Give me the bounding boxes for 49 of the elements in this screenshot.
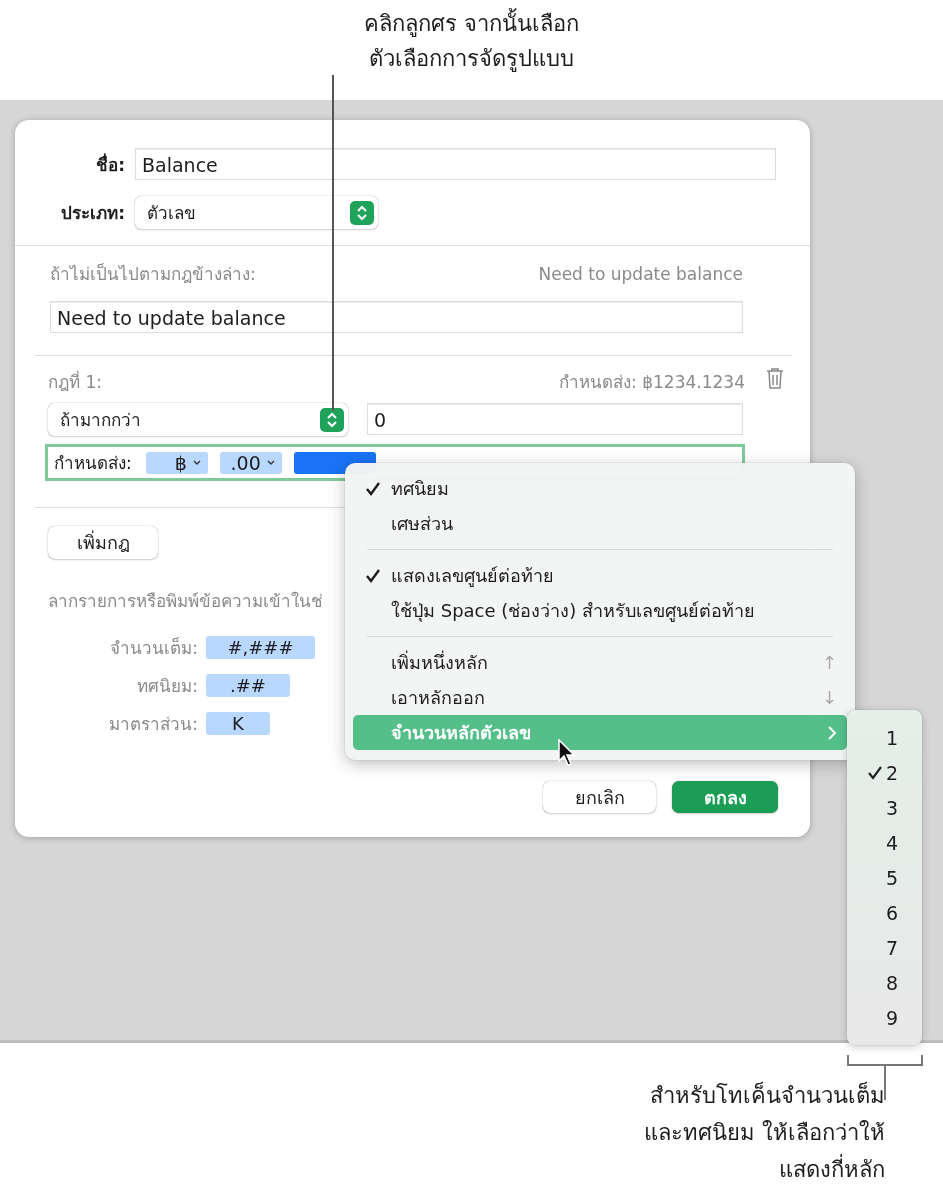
format-token[interactable]: .00 xyxy=(219,451,282,474)
value-field[interactable]: 0 xyxy=(367,403,743,435)
preview-text: Need to update balance xyxy=(538,263,743,284)
fallback-field[interactable]: Need to update balance xyxy=(50,301,743,333)
callout-text: คลิกลูกศร จากนั้นเลือก ตัวเลือกการจัดรูปแบบ xyxy=(364,0,579,100)
menu-item[interactable]: 7 xyxy=(885,936,898,959)
menu-item[interactable]: 9 xyxy=(885,1006,898,1029)
menu-item[interactable]: 1 xyxy=(885,726,898,749)
shortcut-key: ↓ xyxy=(821,687,837,708)
token-label: ทศนิยม: xyxy=(136,675,198,698)
callout-text: สำหรับโทเค็นจำนวนเต็ม และทศนิยม ให้เลือกว่าให้ แสดงกี่หลัก xyxy=(644,1080,885,1184)
menu-item[interactable]: 2 xyxy=(885,761,898,784)
chevron-right-icon xyxy=(827,724,837,741)
chevron-down-icon xyxy=(191,458,202,467)
type-popup[interactable]: ตัวเลข xyxy=(135,196,378,229)
menu-item[interactable]: เศษส่วน xyxy=(353,506,847,541)
preview-text: กำหนดส่ง: ฿1234.1234 xyxy=(559,371,745,394)
shortcut-key: ↑ xyxy=(821,652,837,673)
checkmark-icon xyxy=(365,480,381,497)
field-label: ชื่อ: xyxy=(95,152,125,177)
rule-label: กฎที่ 1: xyxy=(48,369,103,394)
cancel-button[interactable]: ยกเลิก xyxy=(543,781,656,813)
field-label: ประเภท: xyxy=(60,202,125,225)
menu-item[interactable]: แสดงเลขศูนย์ต่อท้าย xyxy=(353,558,847,593)
menu-item[interactable]: เอาหลักออก ↓ xyxy=(353,680,847,715)
name-field[interactable]: Balance xyxy=(135,148,776,180)
add-rule-button[interactable]: เพิ่มกฎ xyxy=(48,526,158,559)
condition-popup[interactable]: ถ้ามากกว่า xyxy=(48,403,348,436)
format-token[interactable]: ฿ xyxy=(145,451,208,474)
menu-item[interactable]: เพิ่มหนึ่งหลัก ↑ xyxy=(353,645,847,680)
chevron-down-icon xyxy=(265,458,276,467)
menu-item[interactable]: 3 xyxy=(885,796,898,819)
stepper-icon xyxy=(350,200,374,225)
menu-item[interactable]: 4 xyxy=(885,831,898,854)
menu-item[interactable]: ใช้ปุ่ม Space (ช่องว่าง) สำหรับเลขศูนย์ต่อท้าย xyxy=(353,593,847,628)
format-token[interactable]: K xyxy=(206,712,270,735)
section-label: ถ้าไม่เป็นไปตามกฎข้างล่าง: xyxy=(50,262,256,286)
token-label: จำนวนเต็ม: xyxy=(109,636,198,660)
checkmark-icon xyxy=(365,567,381,584)
format-label: กำหนดส่ง: xyxy=(54,452,132,475)
menu-item[interactable]: 5 xyxy=(885,866,898,889)
format-token[interactable]: .## xyxy=(206,674,290,697)
stepper-icon xyxy=(320,407,344,432)
token-label: มาตราส่วน: xyxy=(108,713,198,736)
menu-item[interactable]: 8 xyxy=(885,971,898,994)
hint-text: ลากรายการหรือพิมพ์ข้อความเข้าในช่ xyxy=(48,590,323,613)
format-token[interactable]: #,### xyxy=(206,636,315,659)
trash-icon[interactable] xyxy=(765,366,785,389)
menu-item[interactable]: 6 xyxy=(885,901,898,924)
